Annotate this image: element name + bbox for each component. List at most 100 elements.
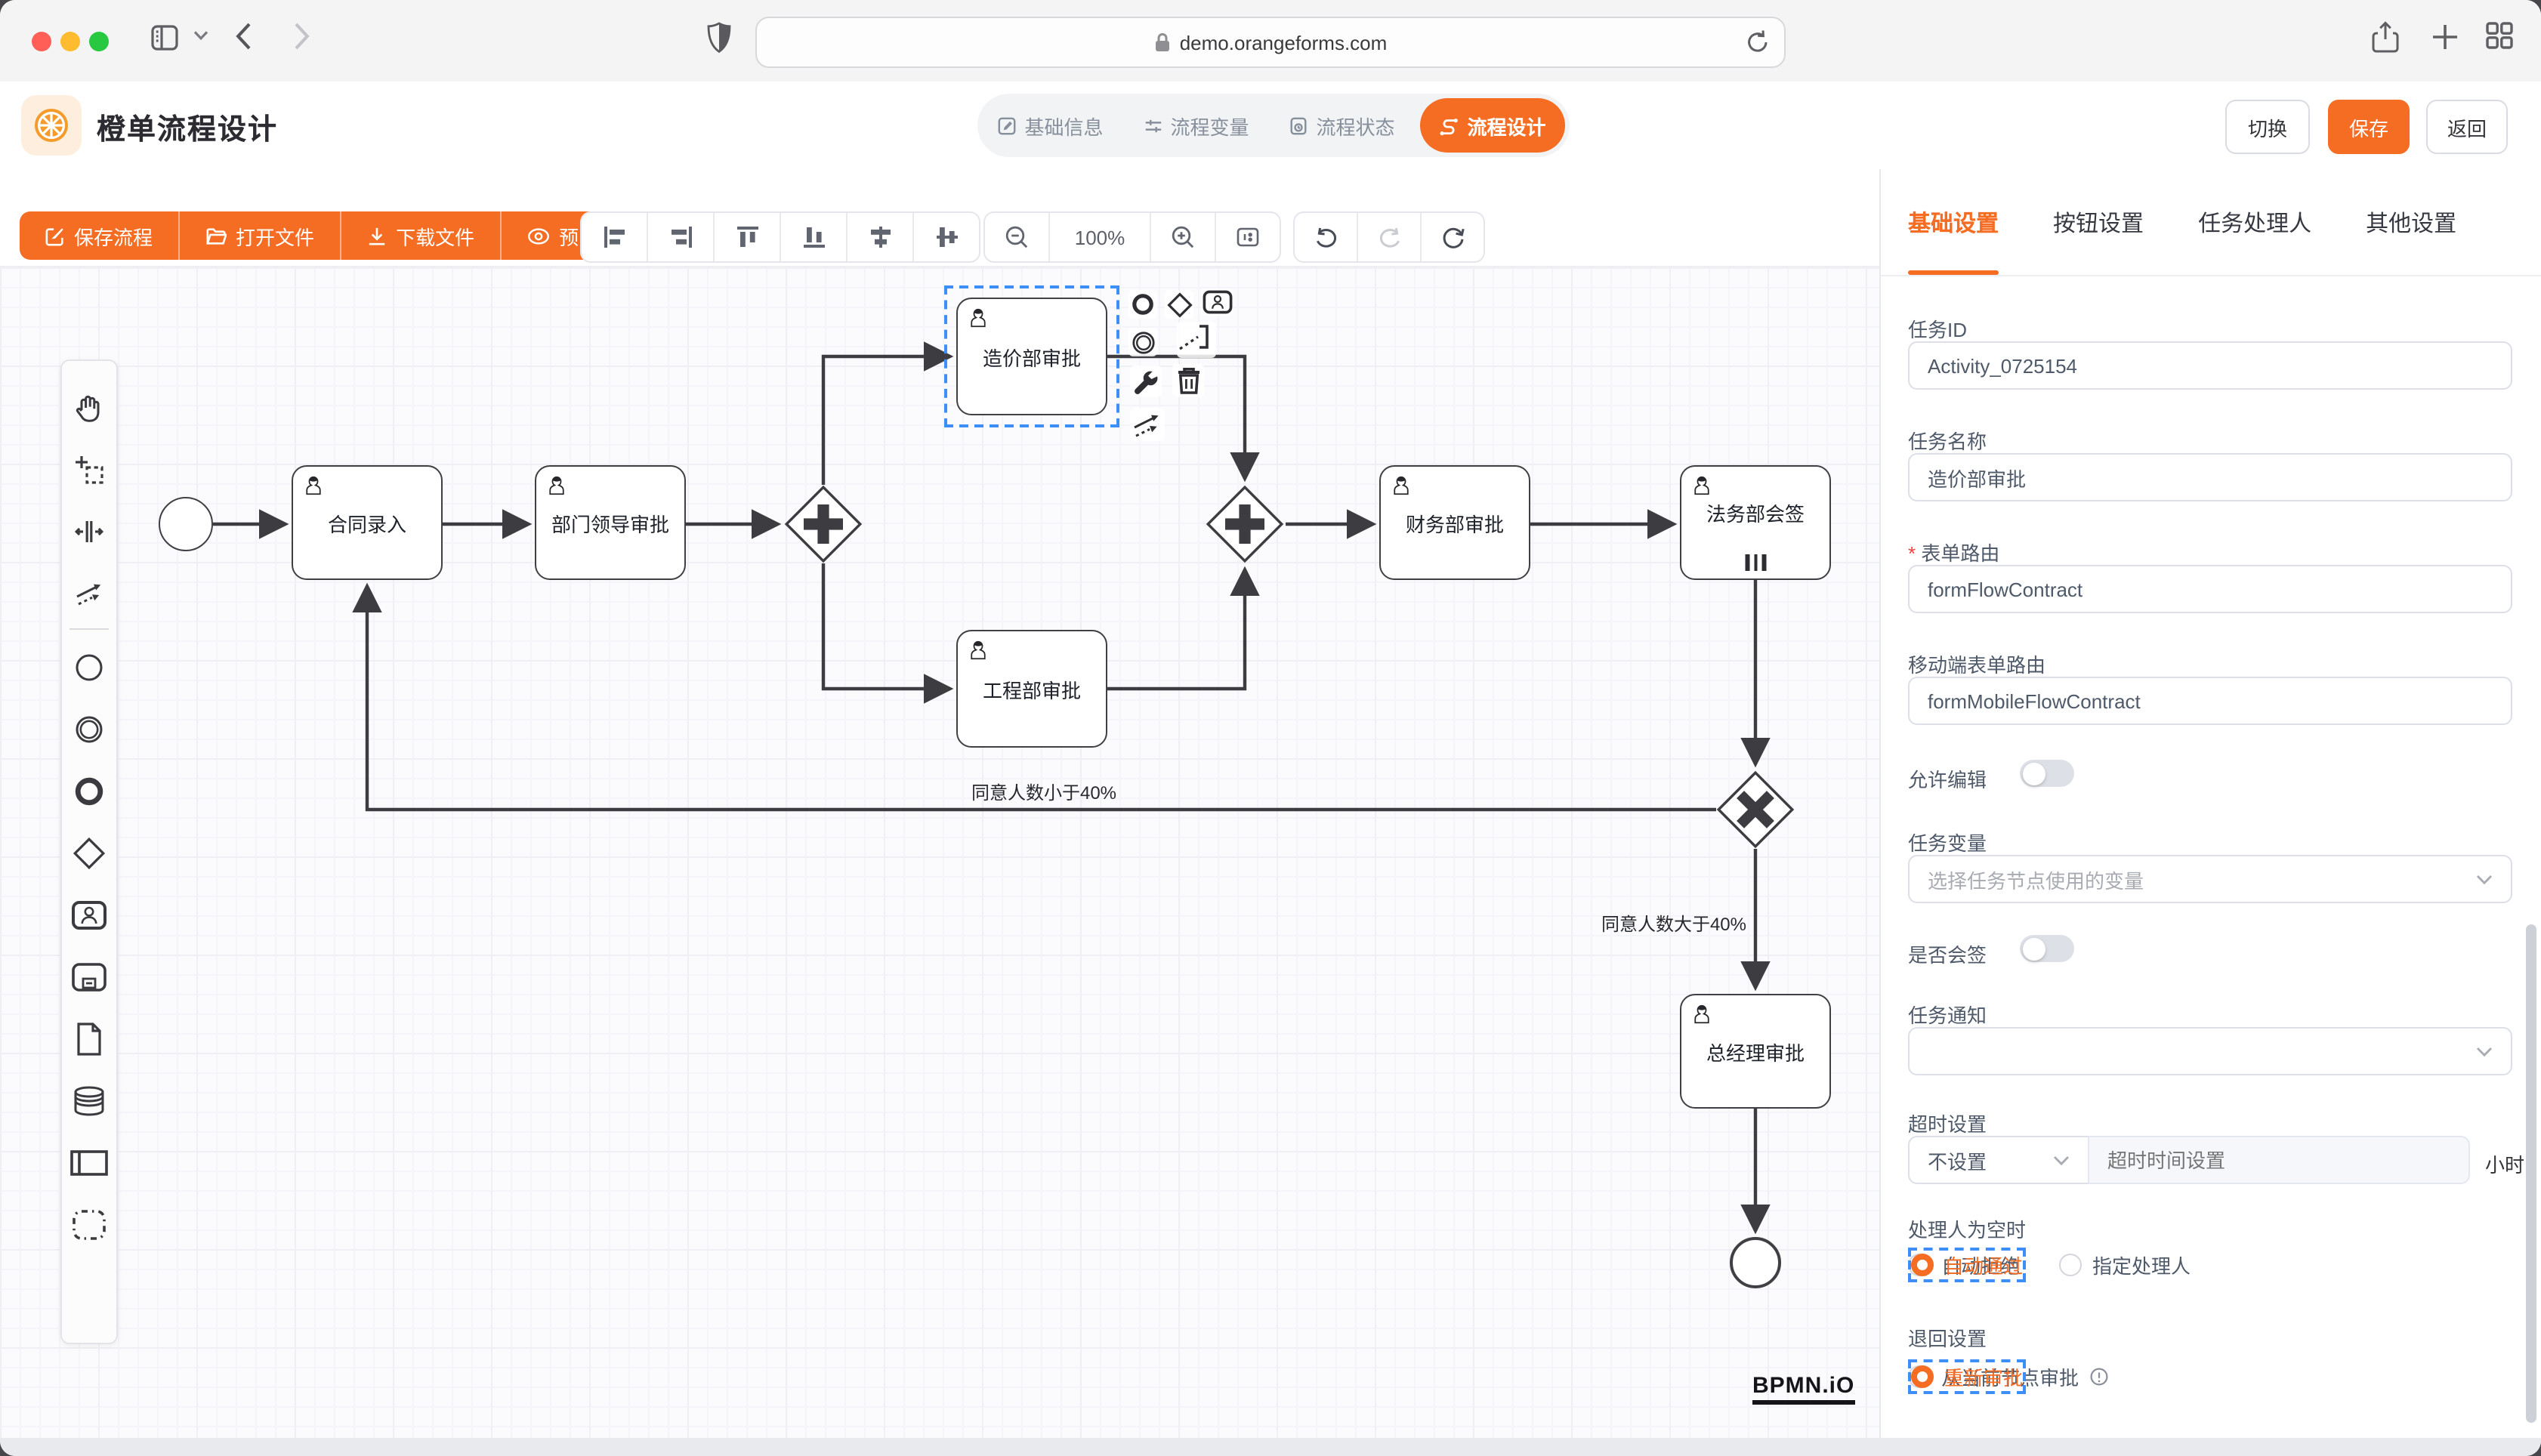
tab-task-assignee[interactable]: 任务处理人 — [2198, 170, 2311, 274]
parallel-gateway-join[interactable] — [1206, 485, 1284, 563]
panel-tabs: 基础设置 按钮设置 任务处理人 其他设置 — [1881, 169, 2541, 276]
user-task-icon — [1390, 474, 1413, 497]
mobile-form-route-input[interactable] — [1908, 677, 2512, 725]
mobile-form-route-label: 移动端表单路由 — [1908, 649, 2045, 678]
form-route-input[interactable] — [1908, 565, 2512, 613]
task-general-manager-approval[interactable]: 总经理审批 — [1680, 994, 1831, 1109]
task-variables-label: 任务变量 — [1908, 828, 1987, 856]
selection-outline — [944, 285, 1119, 427]
minimize-window-button[interactable] — [60, 32, 80, 51]
app-logo — [21, 95, 82, 156]
parallel-gateway-split[interactable] — [784, 485, 863, 563]
timeout-unit-label: 小时 — [2485, 1149, 2524, 1178]
info-icon — [2089, 1367, 2109, 1387]
end-event[interactable] — [1730, 1237, 1781, 1288]
task-engineering-dept-approval[interactable]: 工程部审批 — [956, 630, 1107, 748]
context-append-user-task-icon[interactable] — [1201, 288, 1233, 316]
task-finance-dept-approval[interactable]: 财务部审批 — [1379, 465, 1530, 580]
tab-button-settings[interactable]: 按钮设置 — [2053, 170, 2144, 274]
radio-re-approve[interactable]: 重新审批 — [1908, 1359, 2026, 1394]
context-wrench-icon[interactable] — [1130, 366, 1162, 397]
exclusive-gateway[interactable] — [1716, 770, 1795, 849]
window-bottom-edge — [0, 1438, 2541, 1456]
back-button[interactable] — [234, 21, 252, 51]
tab-flow-design[interactable]: 流程设计 — [1419, 98, 1565, 153]
task-label: 财务部审批 — [1406, 508, 1504, 537]
multi-instance-marker — [1746, 554, 1766, 571]
task-variables-select[interactable]: 选择任务节点使用的变量 — [1908, 855, 2512, 903]
timeout-mode-value: 不设置 — [1928, 1146, 1987, 1174]
forward-button[interactable] — [293, 21, 311, 51]
shield-icon[interactable] — [707, 21, 731, 54]
address-bar[interactable]: demo.orangeforms.com — [755, 17, 1786, 68]
return-button[interactable]: 返回 — [2426, 100, 2508, 154]
timeout-hours-input[interactable] — [2088, 1136, 2470, 1184]
user-task-icon — [302, 474, 325, 497]
switch-button[interactable]: 切换 — [2225, 100, 2310, 154]
chevron-down-icon — [2053, 1155, 2070, 1165]
start-event[interactable] — [159, 497, 213, 551]
task-id-input[interactable] — [1908, 341, 2512, 390]
app-header: 橙单流程设计 基础信息 流程变量 流程状态 流程设计 切换 保存 返回 — [0, 82, 2541, 171]
timeout-label: 超时设置 — [1908, 1109, 1987, 1137]
allow-edit-toggle[interactable] — [2020, 760, 2074, 787]
context-append-end-event-icon[interactable] — [1128, 290, 1157, 319]
panel-scrollbar[interactable] — [2526, 924, 2536, 1423]
save-button[interactable]: 保存 — [2328, 100, 2410, 154]
task-label: 总经理审批 — [1706, 1037, 1805, 1066]
task-notify-label: 任务通知 — [1908, 1000, 1987, 1029]
bpmn-canvas[interactable]: 保存流程 打开文件 下载文件 预览 — [0, 169, 1879, 1438]
edge-label-gt40[interactable]: 同意人数大于40% — [1544, 911, 1746, 936]
task-notify-select[interactable] — [1908, 1027, 2512, 1075]
timeout-mode-select[interactable]: 不设置 — [1908, 1136, 2089, 1184]
properties-panel: 基础设置 按钮设置 任务处理人 其他设置 任务ID 任务名称 表单路由 移动端表… — [1879, 169, 2541, 1438]
chevron-down-icon[interactable] — [193, 30, 208, 41]
task-contract-entry[interactable]: 合同录入 — [292, 465, 443, 580]
tab-basic-settings[interactable]: 基础设置 — [1908, 170, 1999, 274]
form-route-label: 表单路由 — [1908, 538, 1999, 566]
new-tab-icon[interactable] — [2431, 23, 2459, 51]
radio-assign-handler[interactable]: 指定处理人 — [2059, 1251, 2191, 1279]
allow-edit-label: 允许编辑 — [1908, 764, 1987, 793]
task-legal-dept-countersign[interactable]: 法务部会签 — [1680, 465, 1831, 580]
tab-flow-status[interactable]: 流程状态 — [1269, 94, 1415, 157]
context-delete-icon[interactable] — [1172, 364, 1204, 397]
context-append-annotation-icon[interactable] — [1177, 322, 1216, 358]
countersign-toggle[interactable] — [2020, 935, 2074, 962]
task-name-input[interactable] — [1908, 453, 2512, 501]
chevron-down-icon — [2476, 1046, 2493, 1057]
task-dept-leader-approval[interactable]: 部门领导审批 — [535, 465, 686, 580]
reload-icon[interactable] — [1746, 29, 1769, 54]
assignee-empty-options: 自动通过 自动拒绝 指定处理人 — [1908, 1251, 2191, 1279]
radio-auto-approve[interactable]: 自动通过 — [1908, 1248, 2026, 1282]
lock-icon — [1154, 32, 1171, 53]
user-task-icon — [967, 639, 990, 662]
share-icon[interactable] — [2372, 21, 2399, 54]
reject-setting-label: 退回设置 — [1908, 1323, 1987, 1352]
task-id-label: 任务ID — [1908, 314, 1967, 343]
tab-other-settings[interactable]: 其他设置 — [2366, 170, 2456, 274]
context-append-gateway-icon[interactable] — [1165, 290, 1193, 319]
task-label: 法务部会签 — [1706, 498, 1805, 526]
user-task-icon — [545, 474, 568, 497]
assignee-empty-label: 处理人为空时 — [1908, 1214, 2026, 1243]
task-label: 部门领导审批 — [551, 508, 669, 537]
reject-setting-options: 重新审批 从当前节点审批 — [1908, 1362, 2109, 1391]
browser-window: demo.orangeforms.com 橙单流程设计 基础信息 — [0, 0, 2541, 1456]
user-task-icon — [1690, 474, 1713, 497]
task-label: 合同录入 — [328, 508, 406, 537]
url-text: demo.orangeforms.com — [1180, 31, 1388, 54]
context-append-intermediate-event-icon[interactable] — [1128, 328, 1157, 356]
sidebar-icon[interactable] — [148, 21, 181, 54]
close-window-button[interactable] — [32, 32, 51, 51]
bpmn-io-watermark[interactable]: BPMN.iO — [1752, 1373, 1854, 1405]
zoom-window-button[interactable] — [89, 32, 109, 51]
tab-overview-icon[interactable] — [2485, 21, 2514, 50]
flow-nav: 基础信息 流程变量 流程状态 流程设计 — [977, 94, 1570, 157]
tab-flow-variables[interactable]: 流程变量 — [1123, 94, 1269, 157]
context-connect-icon[interactable] — [1130, 408, 1165, 441]
task-name-label: 任务名称 — [1908, 426, 1987, 455]
edge-label-lt40[interactable]: 同意人数小于40% — [908, 779, 1180, 805]
page-title: 橙单流程设计 — [97, 107, 278, 148]
tab-basic-info[interactable]: 基础信息 — [977, 94, 1123, 157]
